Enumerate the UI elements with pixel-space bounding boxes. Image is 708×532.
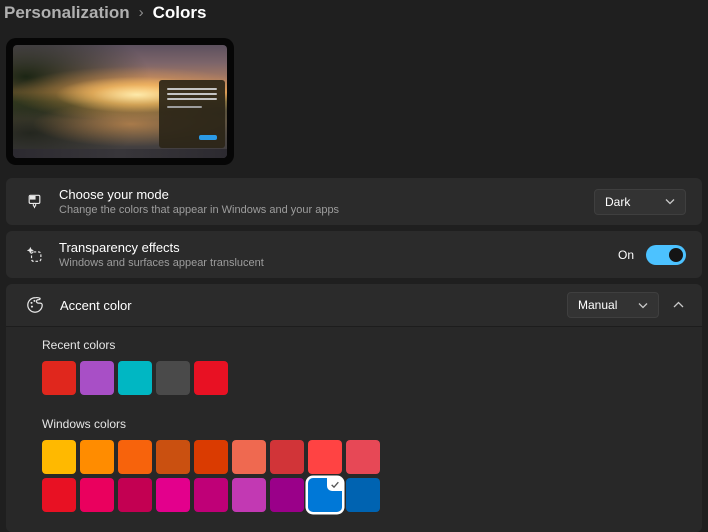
color-swatch[interactable] xyxy=(308,440,342,474)
color-swatch[interactable] xyxy=(194,440,228,474)
windows-colors-grid xyxy=(42,440,702,512)
breadcrumb: Personalization › Colors xyxy=(0,0,708,24)
preview-text-line xyxy=(167,98,217,100)
preview-text-line xyxy=(167,106,202,108)
mode-subtitle: Change the colors that appear in Windows… xyxy=(59,204,340,216)
color-swatch[interactable] xyxy=(270,440,304,474)
color-swatch[interactable] xyxy=(118,361,152,395)
windows-colors-label: Windows colors xyxy=(42,417,127,431)
wallpaper-preview xyxy=(13,45,227,158)
color-swatch[interactable] xyxy=(232,478,266,512)
transparency-subtitle: Windows and surfaces appear translucent xyxy=(59,257,264,269)
chevron-up-icon xyxy=(673,301,684,308)
mode-dropdown-value: Dark xyxy=(605,194,631,209)
color-swatch[interactable] xyxy=(194,361,228,395)
theme-preview xyxy=(6,38,234,165)
mode-dropdown[interactable]: Dark xyxy=(594,188,686,215)
setting-card-accent-color: Accent color Manual Recent colors Window… xyxy=(6,284,702,532)
color-swatch[interactable] xyxy=(346,440,380,474)
accent-mode-dropdown[interactable]: Manual xyxy=(567,292,659,318)
selected-check-icon xyxy=(327,478,342,491)
transparency-toggle[interactable] xyxy=(646,244,686,265)
color-swatch[interactable] xyxy=(118,440,152,474)
color-swatch[interactable] xyxy=(42,361,76,395)
accent-mode-value: Manual xyxy=(578,298,618,312)
color-swatch[interactable] xyxy=(42,478,76,512)
toggle-state-label: On xyxy=(617,247,634,262)
color-swatch[interactable] xyxy=(80,478,114,512)
preview-text-line xyxy=(167,93,217,95)
preview-dialog xyxy=(159,80,225,148)
collapse-section-button[interactable] xyxy=(671,297,686,313)
color-swatch[interactable] xyxy=(156,361,190,395)
preview-accent-button xyxy=(199,135,217,140)
setting-row-mode: Choose your mode Change the colors that … xyxy=(6,178,702,225)
mode-icon xyxy=(26,193,43,210)
color-swatch[interactable] xyxy=(156,478,190,512)
palette-icon xyxy=(26,296,44,314)
recent-colors-label: Recent colors xyxy=(42,338,116,352)
accent-color-body: Recent colors Windows colors xyxy=(6,326,702,532)
mode-title: Choose your mode xyxy=(59,187,169,202)
color-swatch[interactable] xyxy=(80,440,114,474)
color-swatch[interactable] xyxy=(308,478,342,512)
toggle-knob xyxy=(669,247,683,262)
accent-color-header[interactable]: Accent color Manual xyxy=(6,284,702,326)
preview-text-line xyxy=(167,88,217,90)
preview-taskbar xyxy=(13,149,227,158)
transparency-icon xyxy=(26,246,43,263)
breadcrumb-separator-icon: › xyxy=(138,3,144,21)
color-swatch[interactable] xyxy=(156,440,190,474)
color-swatch[interactable] xyxy=(270,478,304,512)
color-swatch[interactable] xyxy=(232,440,266,474)
color-swatch[interactable] xyxy=(42,440,76,474)
transparency-title: Transparency effects xyxy=(59,240,180,255)
chevron-down-icon xyxy=(665,198,675,205)
setting-row-transparency: Transparency effects Windows and surface… xyxy=(6,231,702,278)
accent-title: Accent color xyxy=(60,297,132,313)
color-swatch[interactable] xyxy=(118,478,152,512)
chevron-down-icon xyxy=(638,302,648,309)
recent-colors-grid xyxy=(42,361,702,395)
windows-colors-row xyxy=(42,440,702,474)
color-swatch[interactable] xyxy=(346,478,380,512)
color-swatch[interactable] xyxy=(80,361,114,395)
breadcrumb-parent[interactable]: Personalization xyxy=(4,3,130,23)
windows-colors-row xyxy=(42,478,702,512)
color-swatch[interactable] xyxy=(194,478,228,512)
page-title: Colors xyxy=(152,3,207,22)
